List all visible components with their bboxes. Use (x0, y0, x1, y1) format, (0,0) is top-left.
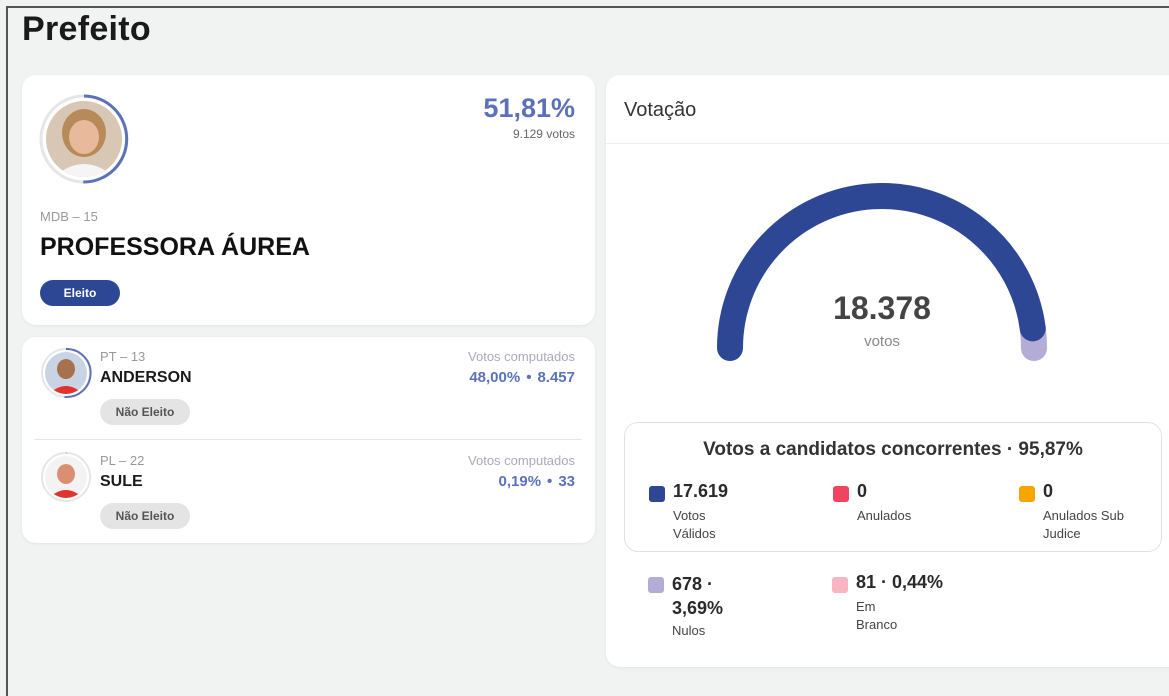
legend-swatch (648, 577, 664, 593)
votes-value: 48,00% • 8.457 (469, 369, 575, 386)
votes-value: 0,19% • 33 (498, 473, 576, 490)
candidate-photo (45, 456, 87, 498)
legend-swatch (649, 486, 665, 502)
gauge-unit: votos (864, 333, 900, 350)
not-elected-badge: Não Eleito (100, 399, 190, 425)
candidate-name: ANDERSON (100, 369, 192, 386)
stat-value: 0 (1043, 481, 1054, 501)
candidate-photo (45, 352, 87, 394)
not-elected-badge: Não Eleito (100, 503, 190, 529)
winner-party: MDB – 15 (40, 209, 98, 224)
votes-count: 8.457 (537, 369, 575, 386)
winner-percent: 51,81% (483, 93, 575, 123)
candidate-avatar (40, 347, 92, 399)
divider (606, 143, 1169, 144)
legend-swatch (833, 486, 849, 502)
divider (34, 439, 582, 440)
votacao-title: Votação (624, 99, 697, 121)
winner-name: PROFESSORA ÁUREA (40, 233, 310, 261)
stat-value: 17.619 (673, 481, 729, 501)
candidate-party: PL – 22 (100, 453, 145, 468)
stat-label: Em Branco (856, 599, 898, 632)
legend-swatch (1019, 486, 1035, 502)
candidate-avatar (40, 451, 92, 503)
winner-avatar (38, 93, 130, 185)
gauge-total: 18.378 (833, 290, 931, 326)
winner-photo (46, 101, 122, 177)
winner-card[interactable]: 51,81% 9.129 votos MDB – 15 PROFESSORA Á… (22, 75, 595, 325)
stat-label: Anulados (857, 508, 912, 523)
legend-swatch (832, 577, 848, 593)
candidate-row[interactable]: PT – 13 ANDERSON Não Eleito Votos comput… (22, 345, 595, 445)
stat-value: 81 · 0,44% (856, 572, 944, 592)
stat-value: 678 · 3,69% (672, 574, 724, 618)
stat-label: Anulados Sub Judice (1043, 508, 1124, 541)
concorrentes-title: Votos a candidatos concorrentes · 95,87% (703, 439, 1083, 460)
winner-votes: 9.129 votos (512, 127, 575, 141)
votes-percent: 48,00% (469, 369, 521, 386)
votes-percent: 0,19% (498, 473, 542, 490)
candidate-row[interactable]: PL – 22 SULE Não Eleito Votos computados… (22, 449, 595, 549)
stat-value: 0 (857, 481, 868, 501)
other-candidates-card: PT – 13 ANDERSON Não Eleito Votos comput… (22, 337, 595, 543)
concorrentes-box: Votos a candidatos concorrentes · 95,87%… (624, 422, 1162, 552)
candidate-party: PT – 13 (100, 349, 146, 364)
votes-label: Votos computados (468, 349, 575, 364)
elected-badge: Eleito (40, 280, 120, 306)
votacao-card: Votação 18.378 votos Votos a candidatos … (606, 75, 1169, 667)
page-title: Prefeito (22, 10, 151, 48)
votes-label: Votos computados (468, 453, 575, 468)
votes-count: 33 (558, 473, 575, 490)
stat-label: Nulos (672, 623, 706, 638)
stat-label: Votos Válidos (673, 508, 716, 541)
candidate-name: SULE (100, 473, 143, 490)
